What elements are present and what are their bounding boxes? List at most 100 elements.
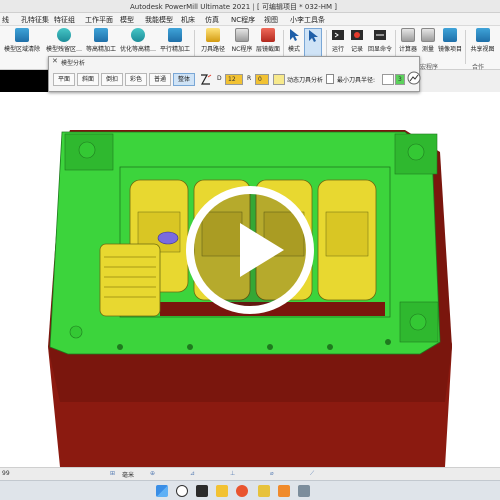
- cursor-icon: [290, 29, 299, 41]
- menu-item-hole-features[interactable]: 孔特征集: [21, 15, 49, 25]
- ribbon-label: 模型残留区…: [45, 46, 82, 53]
- ribbon-overflow-area: [420, 70, 500, 92]
- dynamic-analysis-checkbox[interactable]: [326, 74, 334, 84]
- unit-label: 毫米: [122, 472, 135, 479]
- echo-icon: [374, 30, 386, 40]
- d-label: D: [217, 75, 222, 82]
- bolt-hole: [117, 344, 123, 350]
- axis-icon[interactable]: ⊥: [230, 470, 235, 477]
- app-taskbar-icon[interactable]: [278, 485, 290, 497]
- play-button[interactable]: [186, 186, 314, 314]
- r-value: 0: [258, 76, 262, 83]
- windows-start-icon[interactable]: [156, 485, 168, 497]
- ribbon-label: 计算器: [398, 46, 417, 53]
- menu-item-workplane[interactable]: 工作平面: [85, 15, 113, 25]
- d-value-field[interactable]: 12: [225, 74, 243, 85]
- ribbon-label: 记录: [350, 46, 363, 53]
- menu-item-feature-groups[interactable]: 特征组: [54, 15, 75, 25]
- section-icon: [261, 28, 275, 42]
- nc-program-icon: [235, 28, 249, 42]
- close-icon[interactable]: ✕: [52, 57, 58, 65]
- project-title: [ 可编辑项目 * 032-HM ]: [256, 3, 338, 11]
- menu-item-toolbar[interactable]: 小李工具条: [290, 15, 325, 25]
- r-value-field[interactable]: 0: [255, 74, 269, 85]
- overall-button[interactable]: 整体: [173, 73, 195, 86]
- stack-icon: [94, 28, 108, 42]
- model-analysis-toolbar: ✕ 模型分析 平面 斜面 倒扣 彩色 普通 整体 D 12 R 0 动态刀具分析…: [48, 56, 421, 92]
- guide-hole: [78, 141, 96, 159]
- menu-item-smart-model[interactable]: 我能模型: [145, 15, 173, 25]
- ribbon-label: 镜像项目: [437, 46, 462, 53]
- ribbon-label: 等高精加工: [86, 46, 117, 53]
- bolt-hole: [187, 344, 193, 350]
- ribbon-label: 刀具路径: [200, 46, 225, 53]
- layers-icon: [57, 28, 71, 42]
- d-value: 12: [228, 76, 236, 83]
- layers-icon: [15, 28, 29, 42]
- normal-button[interactable]: 普通: [149, 73, 171, 86]
- tool-analysis-icon[interactable]: [199, 73, 213, 86]
- menu-item-model[interactable]: 模型: [120, 15, 134, 25]
- title-bar: Autodesk PowerMill Ultimate 2021 | [ 可编辑…: [0, 0, 500, 13]
- diameter-icon[interactable]: ⌀: [270, 470, 274, 477]
- stack-icon: [131, 28, 145, 42]
- file-explorer-icon[interactable]: [216, 485, 228, 497]
- graph-icon[interactable]: [407, 71, 421, 85]
- ribbon-label: 测量: [421, 46, 434, 53]
- calculator-icon: [401, 28, 415, 42]
- model-area-clear-button[interactable]: 模型区域清除: [2, 28, 42, 64]
- undercut-button[interactable]: 倒扣: [101, 73, 123, 86]
- ribbon-label: 回显命令: [367, 46, 392, 53]
- mirror-project-button[interactable]: 镜像项目: [437, 28, 463, 64]
- min-radius-field[interactable]: 3: [395, 74, 405, 85]
- insert-part: [157, 231, 179, 245]
- record-icon: [351, 30, 363, 40]
- search-icon[interactable]: [176, 485, 188, 497]
- taskbar: [0, 480, 500, 500]
- menu-item-simulation[interactable]: 仿真: [205, 15, 219, 25]
- ribbon-label: 优化等高精…: [119, 46, 156, 53]
- menu-item-nc-program[interactable]: NC程序: [231, 15, 255, 25]
- bolt-hole: [267, 344, 273, 350]
- color-button[interactable]: 彩色: [125, 73, 147, 86]
- color-swatch[interactable]: [273, 74, 285, 85]
- share-view-button[interactable]: 共享视图: [467, 28, 498, 64]
- toolpath-icon: [206, 28, 220, 42]
- app-taskbar-icon[interactable]: [298, 485, 310, 497]
- cavity-part: [317, 179, 377, 301]
- dynamic-tool-analysis-label: 动态刀具分析: [287, 77, 324, 84]
- powermill-taskbar-icon[interactable]: [258, 485, 270, 497]
- ribbon-label: NC程序: [231, 46, 253, 53]
- guide-hole: [69, 325, 83, 339]
- play-icon: [240, 223, 284, 277]
- menu-item-view[interactable]: 视图: [264, 15, 278, 25]
- tool-icon[interactable]: ⟋: [310, 470, 314, 478]
- grid-icon: [168, 28, 182, 42]
- ribbon-label: 运行: [331, 46, 344, 53]
- powermill-window: Autodesk PowerMill Ultimate 2021 | [ 可编辑…: [0, 0, 500, 500]
- measure-button[interactable]: 测量: [420, 28, 436, 64]
- menu-item-machine[interactable]: 机床: [181, 15, 195, 25]
- ribbon-label: 共享视图: [470, 46, 495, 53]
- flat-button[interactable]: 平面: [53, 73, 75, 86]
- ribbon-label: 模型区域清除: [3, 46, 40, 53]
- cursor-icon: [309, 30, 318, 42]
- status-value: 99: [2, 470, 10, 477]
- menu-item-line[interactable]: 线: [2, 15, 9, 25]
- menu-bar: 线 孔特征集 特征组 工作平面 模型 我能模型 机床 仿真 NC程序 视图 小李…: [0, 13, 500, 26]
- snap-icon[interactable]: ⊕: [150, 470, 155, 477]
- mirror-icon: [443, 28, 457, 42]
- workplane-icon[interactable]: ⊿: [190, 470, 195, 477]
- grid-icon[interactable]: ⊞: [110, 470, 115, 477]
- task-view-icon[interactable]: [196, 485, 208, 497]
- window-title: Autodesk PowerMill Ultimate 2021 | [ 可编辑…: [130, 2, 337, 12]
- bolt-hole: [327, 344, 333, 350]
- toolbar-title: 模型分析: [61, 60, 86, 67]
- ribbon-label: 平行精加工: [159, 46, 190, 53]
- slope-button[interactable]: 斜面: [77, 73, 99, 86]
- browser-icon[interactable]: [236, 485, 248, 497]
- min-radius-value: 3: [398, 76, 402, 83]
- min-radius-swatch[interactable]: [382, 74, 394, 85]
- ribbon-label: 模式: [287, 46, 300, 53]
- r-label: R: [247, 75, 252, 82]
